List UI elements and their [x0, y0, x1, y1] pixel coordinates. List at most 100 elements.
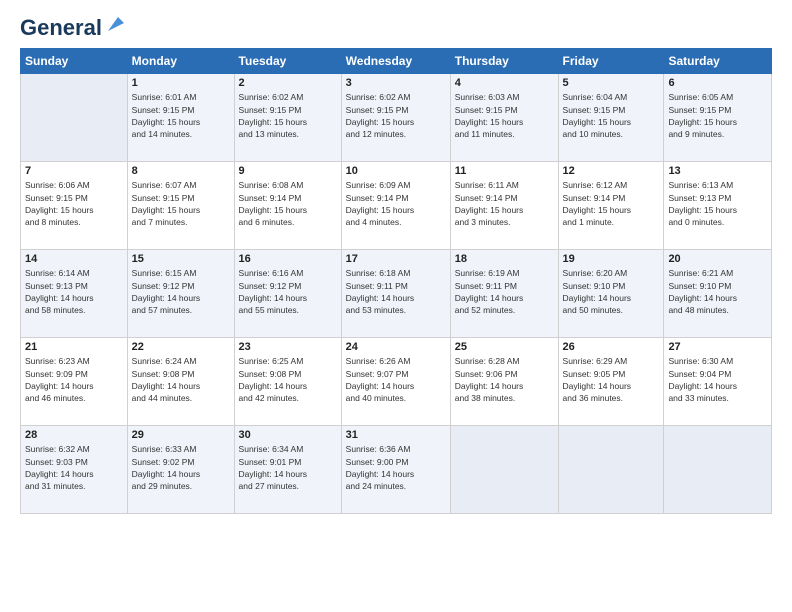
- calendar-week-row: 14 Sunrise: 6:14 AM Sunset: 9:13 PM Dayli…: [21, 250, 772, 338]
- header: General: [20, 16, 772, 40]
- calendar-cell: 5 Sunrise: 6:04 AM Sunset: 9:15 PM Daylig…: [558, 74, 664, 162]
- day-info: Sunrise: 6:21 AM Sunset: 9:10 PM Dayligh…: [668, 267, 767, 316]
- day-info: Sunrise: 6:13 AM Sunset: 9:13 PM Dayligh…: [668, 179, 767, 228]
- calendar-cell: 8Sunrise: 6:07 AM Sunset: 9:15 PM Daylig…: [127, 162, 234, 250]
- calendar-cell: [21, 74, 128, 162]
- day-number: 11: [455, 165, 554, 177]
- day-info: Sunrise: 6:03 AM Sunset: 9:15 PM Dayligh…: [455, 91, 554, 140]
- day-number: 10: [346, 165, 446, 177]
- calendar-cell: 25 Sunrise: 6:28 AM Sunset: 9:06 PM Dayli…: [450, 338, 558, 426]
- weekday-header-sunday: Sunday: [21, 49, 128, 74]
- logo-bird-icon: [104, 13, 126, 35]
- day-number: 21: [25, 341, 123, 353]
- calendar-cell: 2 Sunrise: 6:02 AM Sunset: 9:15 PM Daylig…: [234, 74, 341, 162]
- day-info: Sunrise: 6:30 AM Sunset: 9:04 PM Dayligh…: [668, 355, 767, 404]
- day-info: Sunrise: 6:02 AM Sunset: 9:15 PM Dayligh…: [346, 91, 446, 140]
- day-info: Sunrise: 6:02 AM Sunset: 9:15 PM Dayligh…: [239, 91, 337, 140]
- calendar-cell: 28 Sunrise: 6:32 AM Sunset: 9:03 PM Dayli…: [21, 426, 128, 514]
- day-number: 13: [668, 165, 767, 177]
- calendar-week-row: 1 Sunrise: 6:01 AM Sunset: 9:15 PM Daylig…: [21, 74, 772, 162]
- day-info: Sunrise: 6:06 AM Sunset: 9:15 PM Dayligh…: [25, 179, 123, 228]
- day-number: 8: [132, 165, 230, 177]
- calendar-week-row: 28 Sunrise: 6:32 AM Sunset: 9:03 PM Dayli…: [21, 426, 772, 514]
- calendar-cell: 20Sunrise: 6:21 AM Sunset: 9:10 PM Dayli…: [664, 250, 772, 338]
- calendar-cell: 21Sunrise: 6:23 AM Sunset: 9:09 PM Dayli…: [21, 338, 128, 426]
- day-info: Sunrise: 6:18 AM Sunset: 9:11 PM Dayligh…: [346, 267, 446, 316]
- weekday-header-saturday: Saturday: [664, 49, 772, 74]
- day-info: Sunrise: 6:14 AM Sunset: 9:13 PM Dayligh…: [25, 267, 123, 316]
- day-number: 1: [132, 77, 230, 89]
- day-info: Sunrise: 6:32 AM Sunset: 9:03 PM Dayligh…: [25, 443, 123, 492]
- calendar-cell: 3 Sunrise: 6:02 AM Sunset: 9:15 PM Daylig…: [341, 74, 450, 162]
- page: General SundayMondayTuesdayWednesdayThur…: [0, 0, 792, 612]
- day-info: Sunrise: 6:12 AM Sunset: 9:14 PM Dayligh…: [563, 179, 660, 228]
- day-number: 22: [132, 341, 230, 353]
- weekday-header-thursday: Thursday: [450, 49, 558, 74]
- day-info: Sunrise: 6:33 AM Sunset: 9:02 PM Dayligh…: [132, 443, 230, 492]
- day-number: 14: [25, 253, 123, 265]
- weekday-header-wednesday: Wednesday: [341, 49, 450, 74]
- day-info: Sunrise: 6:36 AM Sunset: 9:00 PM Dayligh…: [346, 443, 446, 492]
- day-info: Sunrise: 6:11 AM Sunset: 9:14 PM Dayligh…: [455, 179, 554, 228]
- day-number: 6: [668, 77, 767, 89]
- day-number: 3: [346, 77, 446, 89]
- calendar-cell: [558, 426, 664, 514]
- day-info: Sunrise: 6:20 AM Sunset: 9:10 PM Dayligh…: [563, 267, 660, 316]
- calendar-cell: [664, 426, 772, 514]
- calendar-table: SundayMondayTuesdayWednesdayThursdayFrid…: [20, 48, 772, 514]
- day-number: 27: [668, 341, 767, 353]
- day-info: Sunrise: 6:28 AM Sunset: 9:06 PM Dayligh…: [455, 355, 554, 404]
- day-info: Sunrise: 6:01 AM Sunset: 9:15 PM Dayligh…: [132, 91, 230, 140]
- day-info: Sunrise: 6:34 AM Sunset: 9:01 PM Dayligh…: [239, 443, 337, 492]
- day-number: 18: [455, 253, 554, 265]
- calendar-cell: 7 Sunrise: 6:06 AM Sunset: 9:15 PM Daylig…: [21, 162, 128, 250]
- day-number: 17: [346, 253, 446, 265]
- day-number: 30: [239, 429, 337, 441]
- calendar-cell: 19 Sunrise: 6:20 AM Sunset: 9:10 PM Dayli…: [558, 250, 664, 338]
- day-number: 26: [563, 341, 660, 353]
- day-info: Sunrise: 6:15 AM Sunset: 9:12 PM Dayligh…: [132, 267, 230, 316]
- day-number: 16: [239, 253, 337, 265]
- day-info: Sunrise: 6:08 AM Sunset: 9:14 PM Dayligh…: [239, 179, 337, 228]
- calendar-cell: 15 Sunrise: 6:15 AM Sunset: 9:12 PM Dayli…: [127, 250, 234, 338]
- logo: General: [20, 16, 126, 40]
- day-info: Sunrise: 6:05 AM Sunset: 9:15 PM Dayligh…: [668, 91, 767, 140]
- calendar-week-row: 7 Sunrise: 6:06 AM Sunset: 9:15 PM Daylig…: [21, 162, 772, 250]
- day-number: 2: [239, 77, 337, 89]
- day-number: 15: [132, 253, 230, 265]
- weekday-header-tuesday: Tuesday: [234, 49, 341, 74]
- day-number: 28: [25, 429, 123, 441]
- calendar-cell: 30 Sunrise: 6:34 AM Sunset: 9:01 PM Dayli…: [234, 426, 341, 514]
- calendar-cell: [450, 426, 558, 514]
- day-info: Sunrise: 6:04 AM Sunset: 9:15 PM Dayligh…: [563, 91, 660, 140]
- day-number: 7: [25, 165, 123, 177]
- weekday-header-row: SundayMondayTuesdayWednesdayThursdayFrid…: [21, 49, 772, 74]
- day-info: Sunrise: 6:29 AM Sunset: 9:05 PM Dayligh…: [563, 355, 660, 404]
- calendar-cell: 1 Sunrise: 6:01 AM Sunset: 9:15 PM Daylig…: [127, 74, 234, 162]
- day-number: 29: [132, 429, 230, 441]
- calendar-cell: 6 Sunrise: 6:05 AM Sunset: 9:15 PM Daylig…: [664, 74, 772, 162]
- day-number: 12: [563, 165, 660, 177]
- day-info: Sunrise: 6:25 AM Sunset: 9:08 PM Dayligh…: [239, 355, 337, 404]
- day-number: 5: [563, 77, 660, 89]
- day-number: 19: [563, 253, 660, 265]
- day-info: Sunrise: 6:09 AM Sunset: 9:14 PM Dayligh…: [346, 179, 446, 228]
- logo-text-general: General: [20, 16, 102, 40]
- calendar-cell: 18 Sunrise: 6:19 AM Sunset: 9:11 PM Dayli…: [450, 250, 558, 338]
- weekday-header-monday: Monday: [127, 49, 234, 74]
- calendar-cell: 29 Sunrise: 6:33 AM Sunset: 9:02 PM Dayli…: [127, 426, 234, 514]
- day-info: Sunrise: 6:26 AM Sunset: 9:07 PM Dayligh…: [346, 355, 446, 404]
- calendar-cell: 26 Sunrise: 6:29 AM Sunset: 9:05 PM Dayli…: [558, 338, 664, 426]
- weekday-header-friday: Friday: [558, 49, 664, 74]
- calendar-cell: 14 Sunrise: 6:14 AM Sunset: 9:13 PM Dayli…: [21, 250, 128, 338]
- day-number: 25: [455, 341, 554, 353]
- calendar-cell: 17 Sunrise: 6:18 AM Sunset: 9:11 PM Dayli…: [341, 250, 450, 338]
- day-info: Sunrise: 6:19 AM Sunset: 9:11 PM Dayligh…: [455, 267, 554, 316]
- calendar-cell: 11 Sunrise: 6:11 AM Sunset: 9:14 PM Dayli…: [450, 162, 558, 250]
- logo-block: General: [20, 16, 126, 40]
- day-info: Sunrise: 6:16 AM Sunset: 9:12 PM Dayligh…: [239, 267, 337, 316]
- calendar-cell: 24Sunrise: 6:26 AM Sunset: 9:07 PM Dayli…: [341, 338, 450, 426]
- calendar-week-row: 21Sunrise: 6:23 AM Sunset: 9:09 PM Dayli…: [21, 338, 772, 426]
- calendar-cell: 16 Sunrise: 6:16 AM Sunset: 9:12 PM Dayli…: [234, 250, 341, 338]
- day-number: 23: [239, 341, 337, 353]
